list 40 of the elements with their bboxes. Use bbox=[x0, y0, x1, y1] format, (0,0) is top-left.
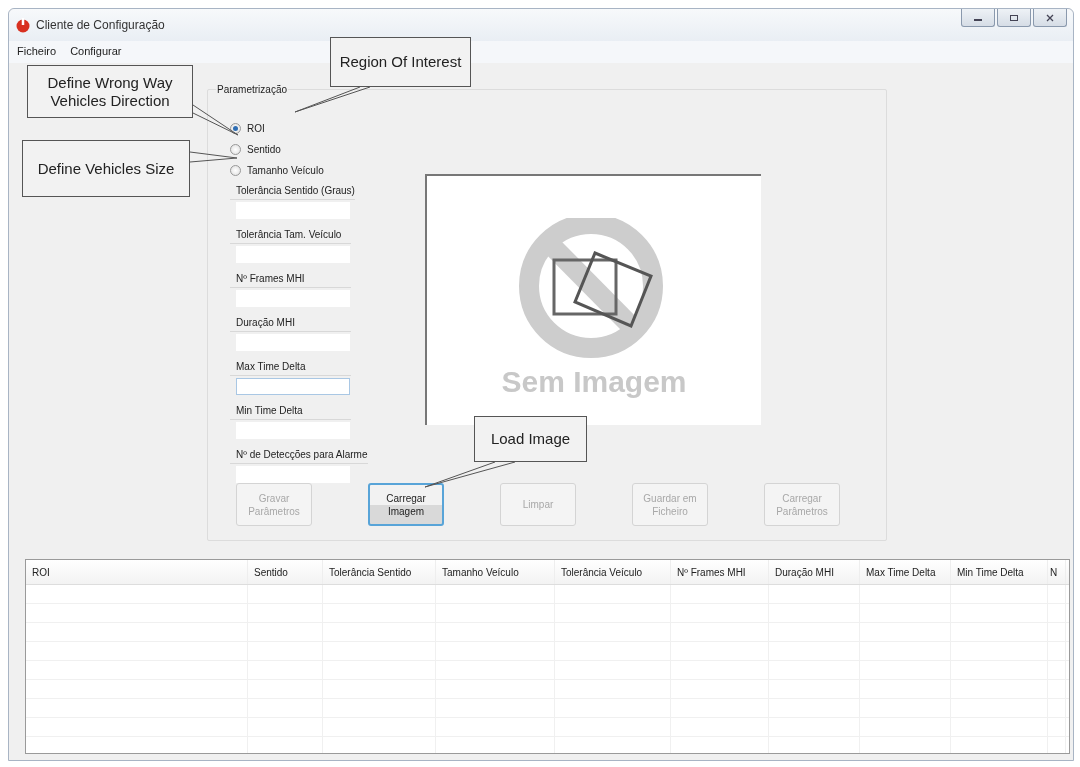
close-icon bbox=[1045, 13, 1055, 22]
field-label: Nº Frames MHI bbox=[230, 273, 351, 288]
field-label: Duração MHI bbox=[230, 317, 351, 332]
input-field[interactable] bbox=[236, 378, 350, 395]
radio-button[interactable] bbox=[230, 144, 241, 155]
app-icon bbox=[15, 17, 31, 33]
column-header[interactable]: N bbox=[1048, 560, 1066, 584]
column-header[interactable]: Tolerância Sentido bbox=[323, 560, 436, 584]
field-label: Tolerância Tam. Veículo bbox=[230, 229, 351, 244]
action-button[interactable]: Carregar Imagem bbox=[368, 483, 444, 526]
column-header[interactable]: ROI bbox=[26, 560, 248, 584]
maximize-button[interactable] bbox=[997, 9, 1031, 27]
menu-item[interactable]: Configurar bbox=[70, 45, 122, 59]
radio-button[interactable] bbox=[230, 123, 241, 134]
minimize-button[interactable] bbox=[961, 9, 995, 27]
annotation-callout: Load Image bbox=[474, 416, 587, 462]
menu-item[interactable]: Ficheiro bbox=[17, 45, 57, 59]
column-header[interactable]: Duração MHI bbox=[769, 560, 860, 584]
column-header[interactable]: Tolerância Veículo bbox=[555, 560, 671, 584]
leader-line bbox=[189, 151, 238, 163]
group-title: Parametrização bbox=[216, 84, 289, 95]
radio-label: ROI bbox=[247, 123, 265, 134]
field-label: Max Time Delta bbox=[230, 361, 351, 376]
field-label: Nº de Detecções para Alarme bbox=[230, 449, 368, 464]
field-label: Tolerância Sentido (Graus) bbox=[230, 185, 355, 200]
column-header[interactable]: Nº Frames MHI bbox=[671, 560, 769, 584]
column-header[interactable]: Tamanho Veículo bbox=[436, 560, 555, 584]
column-header[interactable]: Max Time Delta bbox=[860, 560, 951, 584]
window-title: Cliente de Configuração bbox=[36, 18, 166, 32]
annotation-callout: Region Of Interest bbox=[330, 37, 471, 87]
radio-label: Tamanho Veículo bbox=[247, 165, 324, 176]
column-header[interactable]: Min Time Delta bbox=[951, 560, 1048, 584]
annotation-callout: Define Wrong Way Vehicles Direction bbox=[27, 65, 193, 118]
column-header[interactable]: Sentido bbox=[248, 560, 323, 584]
radio-label: Sentido bbox=[247, 144, 281, 155]
maximize-icon bbox=[1009, 13, 1019, 22]
radio-button[interactable] bbox=[230, 165, 241, 176]
leader-line bbox=[192, 104, 239, 136]
annotation-callout: Define Vehicles Size bbox=[22, 140, 190, 197]
field-label: Min Time Delta bbox=[230, 405, 351, 420]
